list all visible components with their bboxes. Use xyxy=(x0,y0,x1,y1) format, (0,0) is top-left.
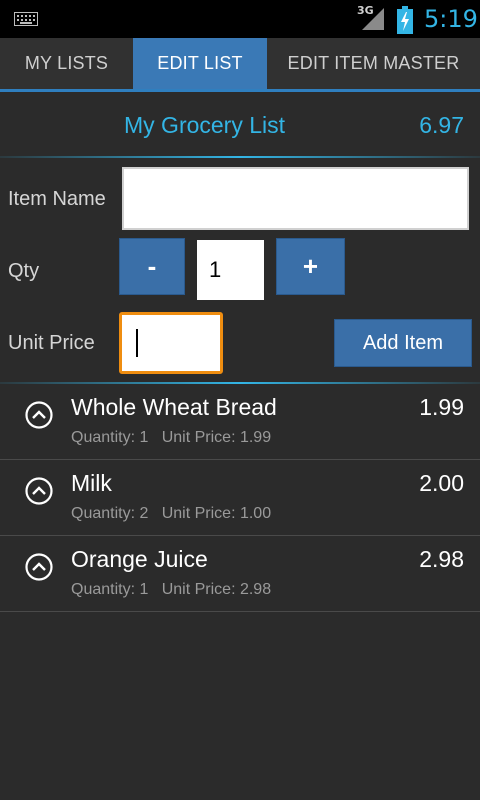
text-cursor xyxy=(136,329,138,357)
chevron-up-circle-icon[interactable] xyxy=(24,476,54,506)
item-details: Quantity: 1 Unit Price: 2.98 xyxy=(71,581,272,598)
tab-edit-item-master[interactable]: EDIT ITEM MASTER xyxy=(267,38,480,89)
item-price: 1.99 xyxy=(419,394,464,420)
chevron-up-circle-icon[interactable] xyxy=(24,400,54,430)
status-bar: 3G 5:19 xyxy=(0,0,480,38)
add-item-button[interactable]: Add Item xyxy=(334,319,472,367)
clock: 5:19 xyxy=(424,5,478,33)
signal-icon xyxy=(362,8,384,30)
item-details: Quantity: 2 Unit Price: 1.00 xyxy=(71,505,272,522)
chevron-up-circle-icon[interactable] xyxy=(24,552,54,582)
header-divider xyxy=(0,156,480,158)
item-name-label: Item Name xyxy=(8,188,106,210)
qty-decrement-button[interactable]: - xyxy=(119,238,185,295)
keyboard-icon xyxy=(14,12,38,26)
qty-increment-button[interactable]: + xyxy=(276,238,345,295)
list-item[interactable]: Milk 2.00 Quantity: 2 Unit Price: 1.00 xyxy=(0,460,480,536)
item-details: Quantity: 1 Unit Price: 1.99 xyxy=(71,429,272,446)
unit-price-label: Unit Price xyxy=(8,332,95,354)
list-title: My Grocery List xyxy=(124,112,286,138)
list-header: My Grocery List 6.97 xyxy=(0,92,480,158)
qty-input[interactable]: 1 xyxy=(197,240,264,300)
item-price: 2.00 xyxy=(419,470,464,496)
list-item[interactable]: Whole Wheat Bread 1.99 Quantity: 1 Unit … xyxy=(0,384,480,460)
tab-edit-list[interactable]: EDIT LIST xyxy=(133,38,267,89)
tab-my-lists[interactable]: MY LISTS xyxy=(0,38,133,89)
item-name: Whole Wheat Bread xyxy=(71,394,277,420)
list-item[interactable]: Orange Juice 2.98 Quantity: 1 Unit Price… xyxy=(0,536,480,612)
unit-price-input[interactable] xyxy=(119,312,223,374)
item-name: Orange Juice xyxy=(71,546,208,572)
tab-bar: MY LISTS EDIT LIST EDIT ITEM MASTER xyxy=(0,38,480,92)
item-price: 2.98 xyxy=(419,546,464,572)
item-name: Milk xyxy=(71,470,112,496)
qty-label: Qty xyxy=(8,260,40,282)
item-name-input[interactable] xyxy=(122,167,469,230)
battery-charging-icon xyxy=(397,6,413,34)
list-total: 6.97 xyxy=(419,112,464,138)
